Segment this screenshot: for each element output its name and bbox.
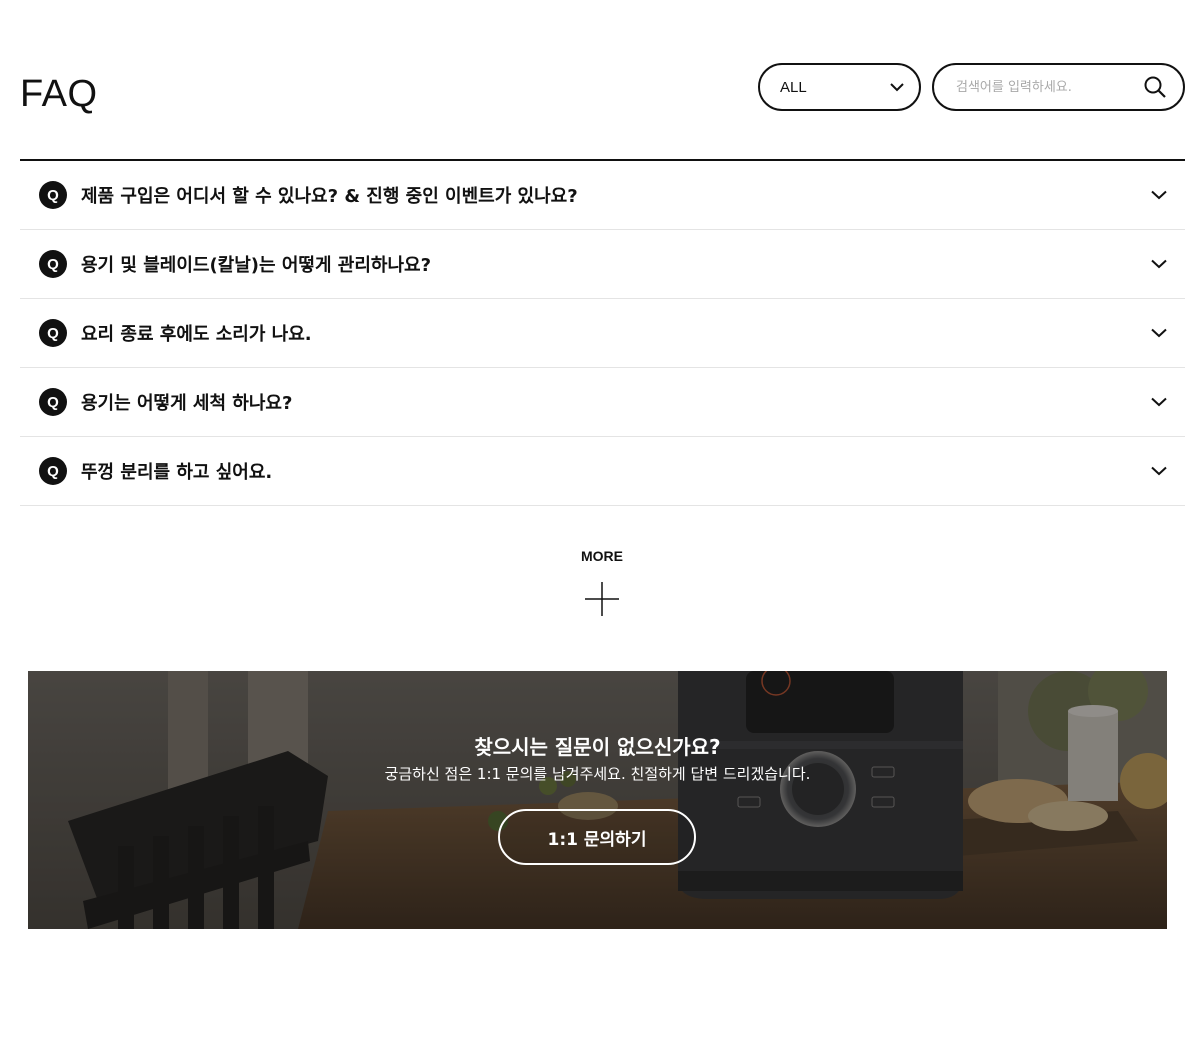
faq-question: 요리 종료 후에도 소리가 나요. <box>81 324 312 345</box>
faq-item[interactable]: Q 요리 종료 후에도 소리가 나요. <box>20 299 1185 368</box>
more-button[interactable]: MORE <box>552 548 652 616</box>
question-badge: Q <box>39 250 67 278</box>
faq-question: 용기 및 블레이드(칼날)는 어떻게 관리하나요? <box>81 255 432 276</box>
faq-list: Q 제품 구입은 어디서 할 수 있나요? & 진행 중인 이벤트가 있나요? … <box>20 159 1185 506</box>
search-icon[interactable] <box>1143 75 1167 99</box>
faq-item[interactable]: Q 용기는 어떻게 세척 하나요? <box>20 368 1185 437</box>
chevron-down-icon[interactable] <box>1149 461 1169 481</box>
chevron-down-icon[interactable] <box>1149 185 1169 205</box>
chevron-down-icon <box>889 79 905 95</box>
question-badge: Q <box>39 319 67 347</box>
more-label: MORE <box>581 548 623 564</box>
search-box <box>932 63 1185 111</box>
inquiry-button[interactable]: 1:1 문의하기 <box>498 809 696 865</box>
banner-content: 찾으시는 질문이 없으신가요? 궁금하신 점은 1:1 문의를 남겨주세요. 친… <box>28 671 1167 929</box>
banner-heading: 찾으시는 질문이 없으신가요? <box>474 735 721 759</box>
question-badge: Q <box>39 181 67 209</box>
faq-question: 뚜껑 분리를 하고 싶어요. <box>81 462 273 483</box>
chevron-down-icon[interactable] <box>1149 254 1169 274</box>
faq-item[interactable]: Q 뚜껑 분리를 하고 싶어요. <box>20 437 1185 506</box>
search-input[interactable] <box>954 78 1143 96</box>
faq-question: 제품 구입은 어디서 할 수 있나요? & 진행 중인 이벤트가 있나요? <box>81 186 578 207</box>
faq-page: FAQ ALL Q 제품 구입은 어디서 할 수 있나요? & 진행 중인 이벤… <box>0 0 1200 1060</box>
category-select-value: ALL <box>780 78 807 96</box>
plus-icon <box>585 582 619 616</box>
faq-item[interactable]: Q 용기 및 블레이드(칼날)는 어떻게 관리하나요? <box>20 230 1185 299</box>
faq-question: 용기는 어떻게 세척 하나요? <box>81 393 293 414</box>
question-badge: Q <box>39 457 67 485</box>
banner-description: 궁금하신 점은 1:1 문의를 남겨주세요. 친절하게 답변 드리겠습니다. <box>384 765 811 783</box>
faq-item[interactable]: Q 제품 구입은 어디서 할 수 있나요? & 진행 중인 이벤트가 있나요? <box>20 161 1185 230</box>
page-title: FAQ <box>20 73 98 115</box>
inquiry-banner: 찾으시는 질문이 없으신가요? 궁금하신 점은 1:1 문의를 남겨주세요. 친… <box>28 671 1167 929</box>
chevron-down-icon[interactable] <box>1149 392 1169 412</box>
chevron-down-icon[interactable] <box>1149 323 1169 343</box>
question-badge: Q <box>39 388 67 416</box>
category-select[interactable]: ALL <box>758 63 921 111</box>
